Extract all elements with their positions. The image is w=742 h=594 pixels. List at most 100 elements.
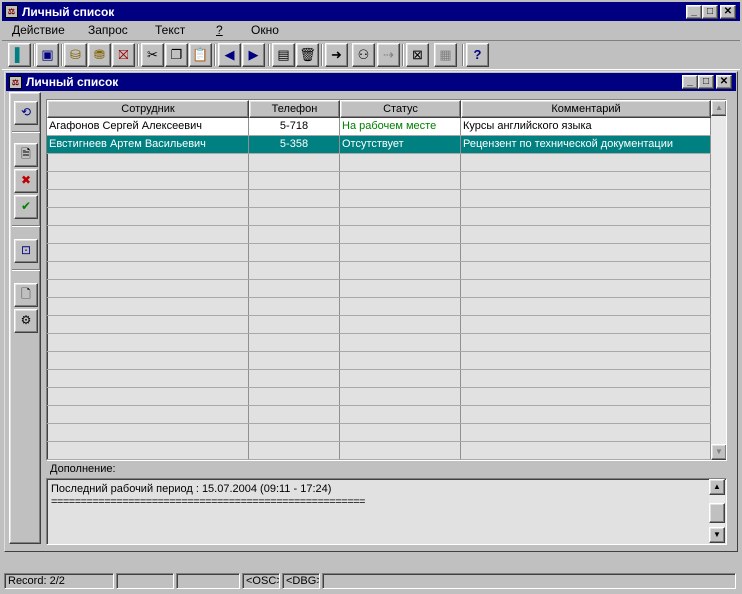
sidebar-separator — [12, 269, 40, 271]
row-divider — [47, 225, 711, 226]
cell-employee[interactable]: Евстигнеев Артем Васильевич — [47, 136, 248, 153]
row-divider — [47, 387, 711, 388]
maximize-button[interactable]: □ — [702, 5, 718, 19]
status-bar: Record: 2/2 <OSC> <DBG> — [2, 571, 740, 591]
child-window-title: Личный список — [26, 75, 119, 89]
document-icon[interactable]: 🗋 — [14, 283, 38, 307]
employee-grid[interactable]: Сотрудник Телефон Статус Комментарий Ага… — [46, 99, 727, 461]
memo-label: Дополнение: — [50, 463, 116, 475]
menu-action[interactable]: Действие — [12, 23, 65, 37]
scroll-up-arrow-icon[interactable]: ▲ — [711, 100, 726, 116]
row-divider — [47, 279, 711, 280]
memo-line: Последний рабочий период : 15.07.2004 (0… — [51, 483, 332, 495]
side-toolbar: ⟲ 🗎 ✖ ✔ ⊡ 🗋 ⚙ — [9, 92, 41, 544]
child-close-button[interactable]: ✕ — [716, 75, 732, 89]
memo-scroll-up-arrow-icon[interactable]: ▲ — [709, 479, 725, 495]
database-query-icon[interactable]: ⛃ — [88, 43, 111, 67]
memo-field[interactable]: Последний рабочий период : 15.07.2004 (0… — [46, 478, 727, 545]
menu-help[interactable]: ? — [216, 23, 223, 37]
toolbar: ▌ ▣ ⛁ ⛃ ⛝ ✂ ❐ 📋 ◀ ▶ ▤ 🗑 ➜ ⚇ ⇢ ⊠ ▦ ? — [2, 40, 740, 70]
memo-scroll-thumb[interactable] — [709, 503, 725, 523]
column-header-status[interactable]: Статус — [340, 100, 461, 118]
sidebar-separator — [12, 225, 40, 227]
row-divider — [47, 189, 711, 190]
toolbar-separator — [321, 44, 323, 66]
row-divider — [47, 459, 711, 460]
row-divider — [47, 243, 711, 244]
row-divider — [47, 315, 711, 316]
child-maximize-button[interactable]: □ — [698, 75, 714, 89]
row-divider — [47, 351, 711, 352]
toolbar-separator — [61, 44, 63, 66]
child-titlebar[interactable]: ⚖ Личный список _ □ ✕ — [6, 73, 736, 91]
user-check-icon[interactable]: ✔ — [14, 195, 38, 219]
database-delete-icon[interactable]: ⛝ — [112, 43, 135, 67]
user-settings-icon[interactable]: ⚙ — [14, 309, 38, 333]
trash-icon[interactable]: 🗑 — [296, 43, 319, 67]
minimize-button[interactable]: _ — [686, 5, 702, 19]
column-header-phone[interactable]: Телефон — [249, 100, 340, 118]
save-icon[interactable]: ▣ — [36, 43, 59, 67]
cell-employee[interactable]: Агафонов Сергей Алексеевич — [47, 118, 248, 135]
status-osc: <OSC> — [242, 573, 280, 589]
scroll-down-arrow-icon[interactable]: ▼ — [711, 444, 726, 460]
delete-user-icon[interactable]: ✖ — [14, 169, 38, 193]
sidebar-separator — [12, 131, 40, 133]
exit-icon[interactable]: ▌ — [8, 43, 31, 67]
cell-status[interactable]: На рабочем месте — [340, 118, 460, 135]
toolbar-separator — [462, 44, 464, 66]
row-divider — [47, 369, 711, 370]
toolbar-separator — [214, 44, 216, 66]
clipboard-icon[interactable]: ▤ — [272, 43, 295, 67]
edit-card-icon[interactable]: 🗎 — [14, 143, 38, 167]
status-panel-3 — [176, 573, 240, 589]
child-app-icon[interactable]: ⚖ — [9, 76, 22, 89]
cell-comment[interactable]: Курсы английского языка — [461, 118, 710, 135]
arrow-left-icon[interactable]: ◀ — [218, 43, 241, 67]
refresh-icon[interactable]: ⟲ — [14, 101, 38, 125]
copy-icon[interactable]: ❐ — [165, 43, 188, 67]
main-titlebar[interactable]: ⚖ Личный список _ □ ✕ — [2, 2, 740, 21]
cell-status[interactable]: Отсутствует — [340, 136, 460, 153]
column-header-employee[interactable]: Сотрудник — [47, 100, 249, 118]
move-icon[interactable]: ⇢ — [377, 43, 400, 67]
memo-scroll-down-arrow-icon[interactable]: ▼ — [709, 527, 725, 543]
toolbar-separator — [33, 44, 35, 66]
row-divider — [47, 423, 711, 424]
cut-icon[interactable]: ✂ — [141, 43, 164, 67]
column-divider — [47, 118, 249, 460]
status-panel-6 — [322, 573, 736, 589]
status-panel-2 — [116, 573, 174, 589]
paste-icon[interactable]: 📋 — [189, 43, 212, 67]
preview-icon[interactable]: ⊡ — [14, 239, 38, 263]
database-icon[interactable]: ⛁ — [64, 43, 87, 67]
menu-window[interactable]: Окно — [251, 23, 279, 37]
toolbar-separator — [402, 44, 404, 66]
memo-scrollbar[interactable]: ▲ ▼ — [709, 479, 725, 543]
row-divider — [47, 207, 711, 208]
child-minimize-button[interactable]: _ — [682, 75, 698, 89]
cell-phone[interactable]: 5-358 — [249, 136, 339, 153]
status-dbg: <DBG> — [282, 573, 320, 589]
binoculars-icon[interactable]: ⚇ — [352, 43, 375, 67]
row-divider — [47, 405, 711, 406]
column-divider — [249, 118, 340, 460]
menu-query[interactable]: Запрос — [88, 23, 128, 37]
column-header-comment[interactable]: Комментарий — [461, 100, 711, 118]
goto-icon[interactable]: ➜ — [325, 43, 348, 67]
grid-icon[interactable]: ▦ — [434, 43, 457, 67]
row-divider — [47, 333, 711, 334]
cell-phone[interactable]: 5-718 — [249, 118, 339, 135]
grid-scrollbar[interactable]: ▲ ▼ — [711, 100, 726, 460]
menu-text[interactable]: Текст — [155, 23, 185, 37]
close-button[interactable]: ✕ — [720, 5, 736, 19]
status-record: Record: 2/2 — [4, 573, 114, 589]
arrow-right-icon[interactable]: ▶ — [242, 43, 265, 67]
memo-line: ========================================… — [51, 496, 365, 508]
window-close-icon[interactable]: ⊠ — [406, 43, 429, 67]
menu-bar: Действие Запрос Текст ? Окно — [2, 21, 740, 39]
main-window-title: Личный список — [22, 5, 115, 19]
help-icon[interactable]: ? — [466, 43, 489, 67]
cell-comment[interactable]: Рецензент по технической документации — [461, 136, 710, 153]
app-icon[interactable]: ⚖ — [5, 5, 18, 18]
